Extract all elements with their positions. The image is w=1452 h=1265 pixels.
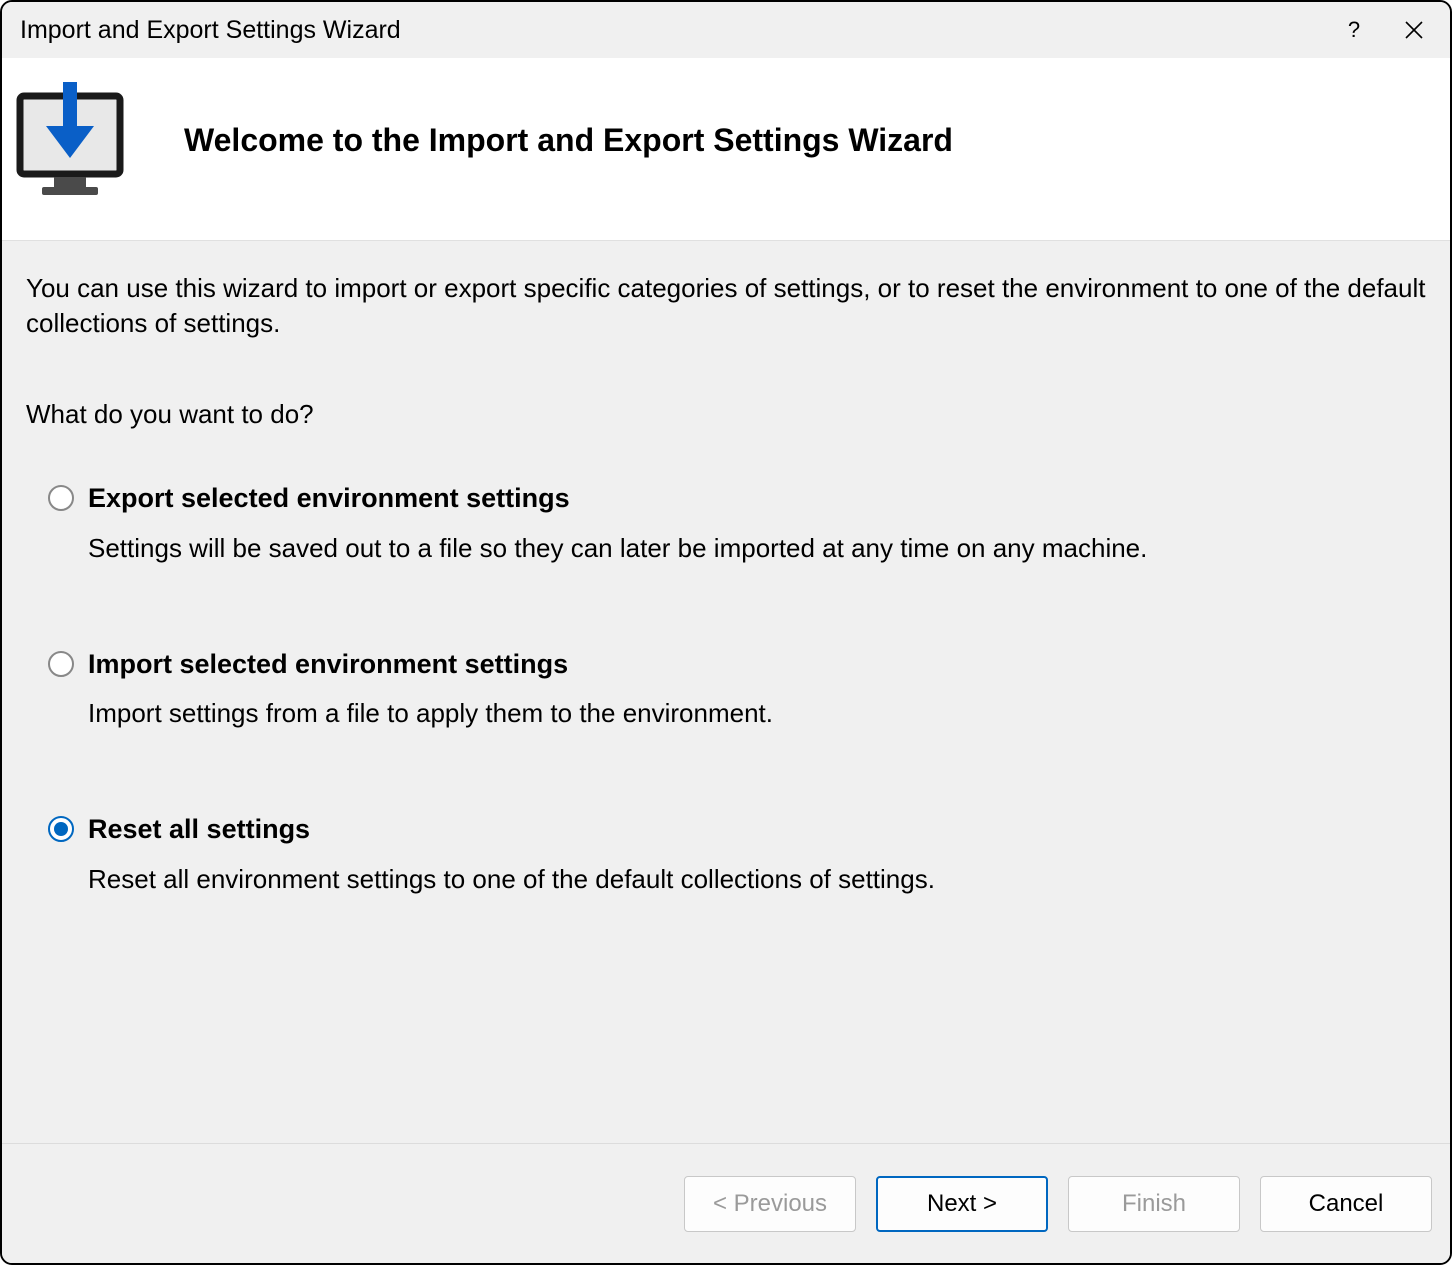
body-panel: You can use this wizard to import or exp… [2,241,1450,1143]
option-text: Export selected environment settings Set… [88,480,1426,566]
cancel-button[interactable]: Cancel [1260,1176,1432,1232]
option-text: Reset all settings Reset all environment… [88,811,1426,897]
option-reset[interactable]: Reset all settings Reset all environment… [48,811,1426,897]
close-button[interactable] [1384,8,1444,52]
option-title: Export selected environment settings [88,480,1426,516]
radio-export[interactable] [48,485,74,511]
option-desc: Reset all environment settings to one of… [88,862,1426,897]
window-title: Import and Export Settings Wizard [20,16,1324,45]
wizard-window: Import and Export Settings Wizard ? Welc… [0,0,1452,1265]
option-title: Reset all settings [88,811,1426,847]
radio-import[interactable] [48,651,74,677]
options-group: Export selected environment settings Set… [26,480,1426,897]
prompt-text: What do you want to do? [26,397,1426,432]
previous-button[interactable]: < Previous [684,1176,856,1232]
help-button[interactable]: ? [1324,8,1384,52]
option-import[interactable]: Import selected environment settings Imp… [48,646,1426,732]
header-panel: Welcome to the Import and Export Setting… [2,58,1450,241]
option-desc: Import settings from a file to apply the… [88,696,1426,731]
option-title: Import selected environment settings [88,646,1426,682]
titlebar: Import and Export Settings Wizard ? [2,2,1450,58]
radio-reset[interactable] [48,816,74,842]
next-button[interactable]: Next > [876,1176,1048,1232]
import-export-icon [14,80,134,200]
finish-button[interactable]: Finish [1068,1176,1240,1232]
footer-panel: < Previous Next > Finish Cancel [2,1143,1450,1263]
close-icon [1405,21,1423,39]
help-icon: ? [1348,17,1360,43]
option-export[interactable]: Export selected environment settings Set… [48,480,1426,566]
option-desc: Settings will be saved out to a file so … [88,531,1426,566]
option-text: Import selected environment settings Imp… [88,646,1426,732]
intro-text: You can use this wizard to import or exp… [26,271,1426,341]
page-title: Welcome to the Import and Export Setting… [184,122,953,159]
